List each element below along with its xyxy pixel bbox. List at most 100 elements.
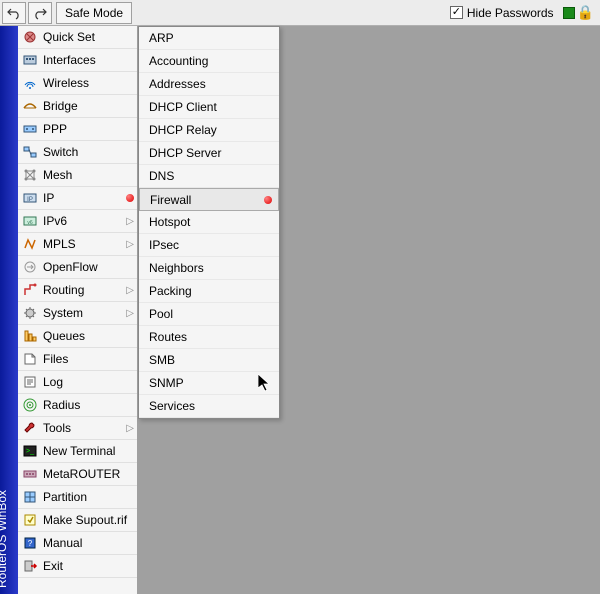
sidebar-item-ip[interactable]: IP IP [18,187,137,210]
submenu-item-neighbors[interactable]: Neighbors [139,257,279,280]
sidebar-item-label: System [43,306,126,320]
sidebar-item-label: IPv6 [43,214,126,228]
sidebar-item-wireless[interactable]: Wireless [18,72,137,95]
svg-text:v6: v6 [27,220,33,226]
sidebar-item-quick-set[interactable]: Quick Set [18,26,137,49]
switch-icon [22,144,38,160]
sidebar-item-label: Switch [43,145,134,159]
submenu-item-packing[interactable]: Packing [139,280,279,303]
submenu-item-label: Routes [149,330,273,344]
submenu-arrow-icon: ▷ [126,308,134,319]
submenu-item-label: Neighbors [149,261,273,275]
submenu-item-label: SMB [149,353,273,367]
sidebar-item-bridge[interactable]: Bridge [18,95,137,118]
sidebar-item-new-terminal[interactable]: >_ New Terminal [18,440,137,463]
manual-icon: ? [22,535,38,551]
sidebar-item-interfaces[interactable]: Interfaces [18,49,137,72]
submenu-item-addresses[interactable]: Addresses [139,73,279,96]
sidebar-item-queues[interactable]: Queues [18,325,137,348]
ipv6-icon: v6 [22,213,38,229]
redo-button[interactable] [28,2,52,24]
svg-text:IP: IP [27,197,33,203]
submenu-item-smb[interactable]: SMB [139,349,279,372]
ip-icon: IP [22,190,38,206]
sidebar-item-label: Manual [43,536,134,550]
submenu-item-ipsec[interactable]: IPsec [139,234,279,257]
sidebar-item-label: Make Supout.rif [43,513,134,527]
checkbox-checked-icon: ✓ [450,6,463,19]
workspace: ARP Accounting Addresses DHCP Client DHCP Re… [138,26,600,594]
mpls-icon [22,236,38,252]
svg-text:>_: >_ [26,448,34,455]
submenu-item-pool[interactable]: Pool [139,303,279,326]
body-area: RouterOS WinBox Quick Set InterfacesWirel… [0,26,600,594]
active-dot-icon [264,196,272,204]
sidebar-item-label: Tools [43,421,126,435]
safe-mode-button[interactable]: Safe Mode [56,2,132,24]
routing-icon [22,282,38,298]
sidebar-item-ipv6[interactable]: v6IPv6▷ [18,210,137,233]
submenu-item-routes[interactable]: Routes [139,326,279,349]
sidebar-item-exit[interactable]: Exit [18,555,137,578]
submenu-item-label: Addresses [149,77,273,91]
submenu-item-accounting[interactable]: Accounting [139,50,279,73]
ppp-icon [22,121,38,137]
partition-icon [22,489,38,505]
sidebar-item-openflow[interactable]: OpenFlow [18,256,137,279]
sidebar-item-label: IP [43,191,126,205]
redo-icon [33,6,47,20]
submenu-arrow-icon: ▷ [126,285,134,296]
title-strip: RouterOS WinBox [0,26,18,594]
mesh-icon [22,167,38,183]
submenu-item-dhcp-relay[interactable]: DHCP Relay [139,119,279,142]
submenu-item-hotspot[interactable]: Hotspot [139,211,279,234]
sidebar-item-label: Queues [43,329,134,343]
submenu-item-arp[interactable]: ARP [139,27,279,50]
sidebar-item-files[interactable]: Files [18,348,137,371]
sidebar-item-label: New Terminal [43,444,134,458]
sidebar-item-radius[interactable]: Radius [18,394,137,417]
submenu-item-dhcp-server[interactable]: DHCP Server [139,142,279,165]
sidebar-item-label: Quick Set [43,30,134,44]
sidebar-item-label: MPLS [43,237,126,251]
toolbar: Safe Mode ✓ Hide Passwords 🔒 [0,0,600,26]
sidebar-item-label: PPP [43,122,134,136]
interfaces-icon [22,52,38,68]
sidebar-item-ppp[interactable]: PPP [18,118,137,141]
sidebar-item-manual[interactable]: ? Manual [18,532,137,555]
lock-icon: 🔒 [577,4,594,21]
undo-button[interactable] [2,2,26,24]
submenu-item-dhcp-client[interactable]: DHCP Client [139,96,279,119]
sidebar-item-routing[interactable]: Routing▷ [18,279,137,302]
hide-passwords-label: Hide Passwords [467,6,554,20]
tools-icon [22,420,38,436]
sidebar-item-make-supout.rif[interactable]: Make Supout.rif [18,509,137,532]
sidebar-item-label: Partition [43,490,134,504]
submenu-arrow-icon: ▷ [126,239,134,250]
submenu-item-snmp[interactable]: SNMP [139,372,279,395]
submenu-item-dns[interactable]: DNS [139,165,279,188]
submenu-item-label: DHCP Relay [149,123,273,137]
submenu-arrow-icon: ▷ [126,423,134,434]
submenu-item-firewall[interactable]: Firewall [139,188,279,211]
submenu-item-label: DHCP Client [149,100,273,114]
submenu-item-label: Accounting [149,54,273,68]
submenu-item-label: ARP [149,31,273,45]
submenu-item-label: Firewall [150,193,264,207]
submenu-item-label: DNS [149,169,273,183]
sidebar-item-log[interactable]: Log [18,371,137,394]
sidebar-item-switch[interactable]: Switch [18,141,137,164]
submenu-item-label: DHCP Server [149,146,273,160]
openflow-icon [22,259,38,275]
sidebar-item-system[interactable]: System▷ [18,302,137,325]
submenu-item-label: Packing [149,284,273,298]
status-indicator-green [563,7,575,19]
sidebar-item-partition[interactable]: Partition [18,486,137,509]
submenu-item-services[interactable]: Services [139,395,279,418]
exit-icon [22,558,38,574]
sidebar-item-mesh[interactable]: Mesh [18,164,137,187]
sidebar-item-mpls[interactable]: MPLS▷ [18,233,137,256]
sidebar-item-metarouter[interactable]: MetaROUTER [18,463,137,486]
hide-passwords-toggle[interactable]: ✓ Hide Passwords [450,6,554,20]
sidebar-item-tools[interactable]: Tools▷ [18,417,137,440]
